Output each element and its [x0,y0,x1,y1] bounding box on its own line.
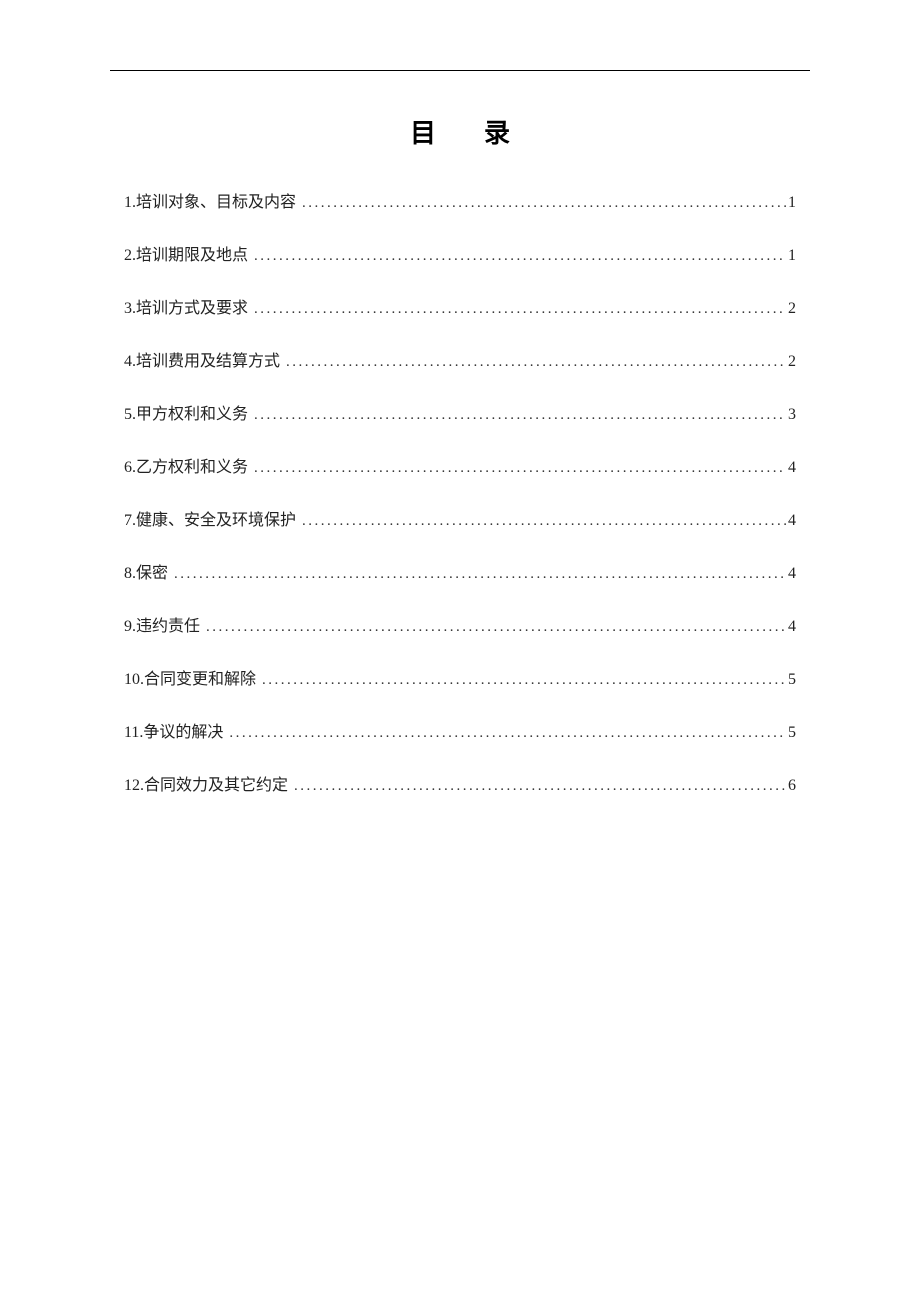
toc-entry-label: 乙方权利和义务 [136,453,248,477]
toc-leader-dots [254,460,786,477]
toc-entry: 3. 培训方式及要求 2 [124,294,796,318]
toc-leader-dots [206,619,786,636]
toc-entry: 7. 健康、安全及环境保护 4 [124,506,796,530]
header-rule [110,70,810,71]
toc-entry-label: 合同变更和解除 [144,665,256,689]
toc-leader-dots [254,301,786,318]
toc-entry-page: 5 [786,724,796,742]
toc-entry-number: 1. [124,194,136,212]
toc-entry: 8. 保密 4 [124,559,796,583]
toc-entry-page: 4 [786,565,796,583]
toc-entry-label: 保密 [136,559,168,583]
toc-entry-number: 7. [124,512,136,530]
toc-entry-label: 违约责任 [136,612,200,636]
toc-entry-page: 5 [786,671,796,689]
toc-entry-page: 4 [786,512,796,530]
toc-entry: 2. 培训期限及地点 1 [124,241,796,265]
toc-entry-label: 合同效力及其它约定 [144,771,288,795]
toc-list: 1. 培训对象、目标及内容 1 2. 培训期限及地点 1 3. 培训方式及要求 … [110,188,810,795]
toc-entry-number: 9. [124,618,136,636]
toc-entry: 9. 违约责任 4 [124,612,796,636]
toc-entry-number: 2. [124,247,136,265]
toc-entry: 11. 争议的解决 5 [124,718,796,742]
toc-entry-label: 争议的解决 [143,718,223,742]
toc-leader-dots [286,354,786,371]
toc-leader-dots [262,672,786,689]
toc-entry: 5. 甲方权利和义务 3 [124,400,796,424]
toc-entry-page: 3 [786,406,796,424]
toc-entry-label: 健康、安全及环境保护 [136,506,296,530]
toc-entry-page: 2 [786,300,796,318]
toc-leader-dots [302,513,786,530]
toc-leader-dots [302,195,786,212]
toc-title: 目录 [110,113,810,150]
toc-entry-number: 10. [124,671,144,689]
toc-entry: 4. 培训费用及结算方式 2 [124,347,796,371]
toc-entry-number: 4. [124,353,136,371]
toc-entry: 1. 培训对象、目标及内容 1 [124,188,796,212]
toc-entry-page: 4 [786,459,796,477]
toc-leader-dots [254,407,786,424]
toc-leader-dots [174,566,786,583]
toc-entry: 6. 乙方权利和义务 4 [124,453,796,477]
toc-entry-page: 4 [786,618,796,636]
toc-leader-dots [294,778,786,795]
document-page: 目录 1. 培训对象、目标及内容 1 2. 培训期限及地点 1 3. 培训方式及… [0,0,920,795]
toc-entry-page: 1 [786,194,796,212]
toc-entry: 12. 合同效力及其它约定 6 [124,771,796,795]
toc-entry-page: 6 [786,777,796,795]
toc-entry-label: 培训费用及结算方式 [136,347,280,371]
toc-entry-label: 培训对象、目标及内容 [136,188,296,212]
toc-entry-number: 12. [124,777,144,795]
toc-entry-number: 6. [124,459,136,477]
toc-entry-label: 培训方式及要求 [136,294,248,318]
toc-entry-label: 培训期限及地点 [136,241,248,265]
toc-entry-page: 1 [786,247,796,265]
toc-entry-number: 11. [124,724,143,742]
toc-entry-number: 8. [124,565,136,583]
toc-entry-page: 2 [786,353,796,371]
toc-entry: 10. 合同变更和解除 5 [124,665,796,689]
toc-entry-number: 5. [124,406,136,424]
toc-entry-number: 3. [124,300,136,318]
toc-entry-label: 甲方权利和义务 [136,400,248,424]
toc-leader-dots [229,725,786,742]
toc-leader-dots [254,248,786,265]
